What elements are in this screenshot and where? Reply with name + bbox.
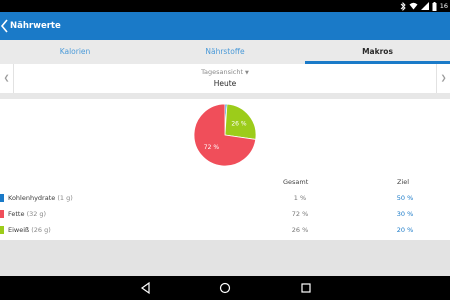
fat-total: 72 % bbox=[291, 210, 309, 218]
cellular-icon bbox=[420, 2, 429, 10]
macros-content: 26 % 72 % Gesamt Ziel Kohlenhydrate (1 g)… bbox=[0, 99, 450, 240]
fat-label: Fette (32 g) bbox=[8, 206, 46, 222]
tab-kalorien[interactable]: Kalorien bbox=[0, 40, 150, 64]
back-chevron-icon[interactable] bbox=[0, 18, 9, 34]
battery-icon bbox=[432, 1, 437, 11]
macro-row-fat: Fette (32 g) 72 % 30 % bbox=[0, 206, 450, 222]
app-bar: Nährwerte bbox=[0, 12, 450, 40]
fat-name: Fette bbox=[8, 210, 25, 218]
carbs-label: Kohlenhydrate (1 g) bbox=[8, 190, 73, 206]
date-selector: ❮ Tagesansicht ▼ Heute ❯ bbox=[0, 64, 450, 93]
app-title: Nährwerte bbox=[10, 21, 61, 31]
fat-quantity: (32 g) bbox=[26, 210, 47, 218]
column-header-goal: Ziel bbox=[397, 178, 410, 186]
dropdown-arrow-icon: ▼ bbox=[245, 70, 249, 76]
wifi-icon bbox=[409, 2, 418, 10]
carbs-name: Kohlenhydrate bbox=[8, 194, 56, 202]
protein-name: Eiweiß bbox=[8, 226, 30, 234]
protein-total: 26 % bbox=[291, 226, 309, 234]
pie-label-fette: 72 % bbox=[204, 144, 220, 151]
nav-back-icon[interactable] bbox=[139, 281, 153, 295]
fat-goal: 30 % bbox=[396, 210, 414, 218]
carbs-goal: 50 % bbox=[396, 194, 414, 202]
status-icons: 16 bbox=[400, 1, 448, 11]
view-mode-label: Tagesansicht bbox=[201, 68, 244, 76]
status-bar: 16 bbox=[0, 0, 450, 12]
protein-quantity: (26 g) bbox=[31, 226, 51, 234]
carbs-color-swatch bbox=[0, 194, 4, 202]
chevron-right-icon: ❯ bbox=[440, 74, 447, 82]
tab-naehrstoffe[interactable]: Nährstoffe bbox=[150, 40, 300, 64]
macro-row-protein: Eiweiß (26 g) 26 % 20 % bbox=[0, 222, 450, 238]
next-day-button[interactable]: ❯ bbox=[436, 64, 450, 93]
date-label: Heute bbox=[213, 79, 237, 88]
pie-label-eiweiß: 26 % bbox=[231, 121, 247, 128]
macro-row-carbs: Kohlenhydrate (1 g) 1 % 50 % bbox=[0, 190, 450, 206]
column-header-total: Gesamt bbox=[283, 178, 309, 186]
carbs-quantity: (1 g) bbox=[57, 194, 73, 202]
nav-home-icon[interactable] bbox=[218, 281, 232, 295]
bluetooth-icon bbox=[400, 1, 406, 11]
fat-color-swatch bbox=[0, 210, 4, 218]
protein-label: Eiweiß (26 g) bbox=[8, 222, 51, 238]
status-time: 16 bbox=[439, 2, 448, 10]
protein-color-swatch bbox=[0, 226, 4, 234]
macro-pie-chart: 26 % 72 % bbox=[193, 103, 257, 167]
carbs-total: 1 % bbox=[293, 194, 307, 202]
protein-goal: 20 % bbox=[396, 226, 414, 234]
view-mode-dropdown[interactable]: Tagesansicht ▼ bbox=[0, 68, 450, 76]
system-nav-bar bbox=[0, 276, 450, 300]
nav-recents-icon[interactable] bbox=[299, 281, 313, 295]
